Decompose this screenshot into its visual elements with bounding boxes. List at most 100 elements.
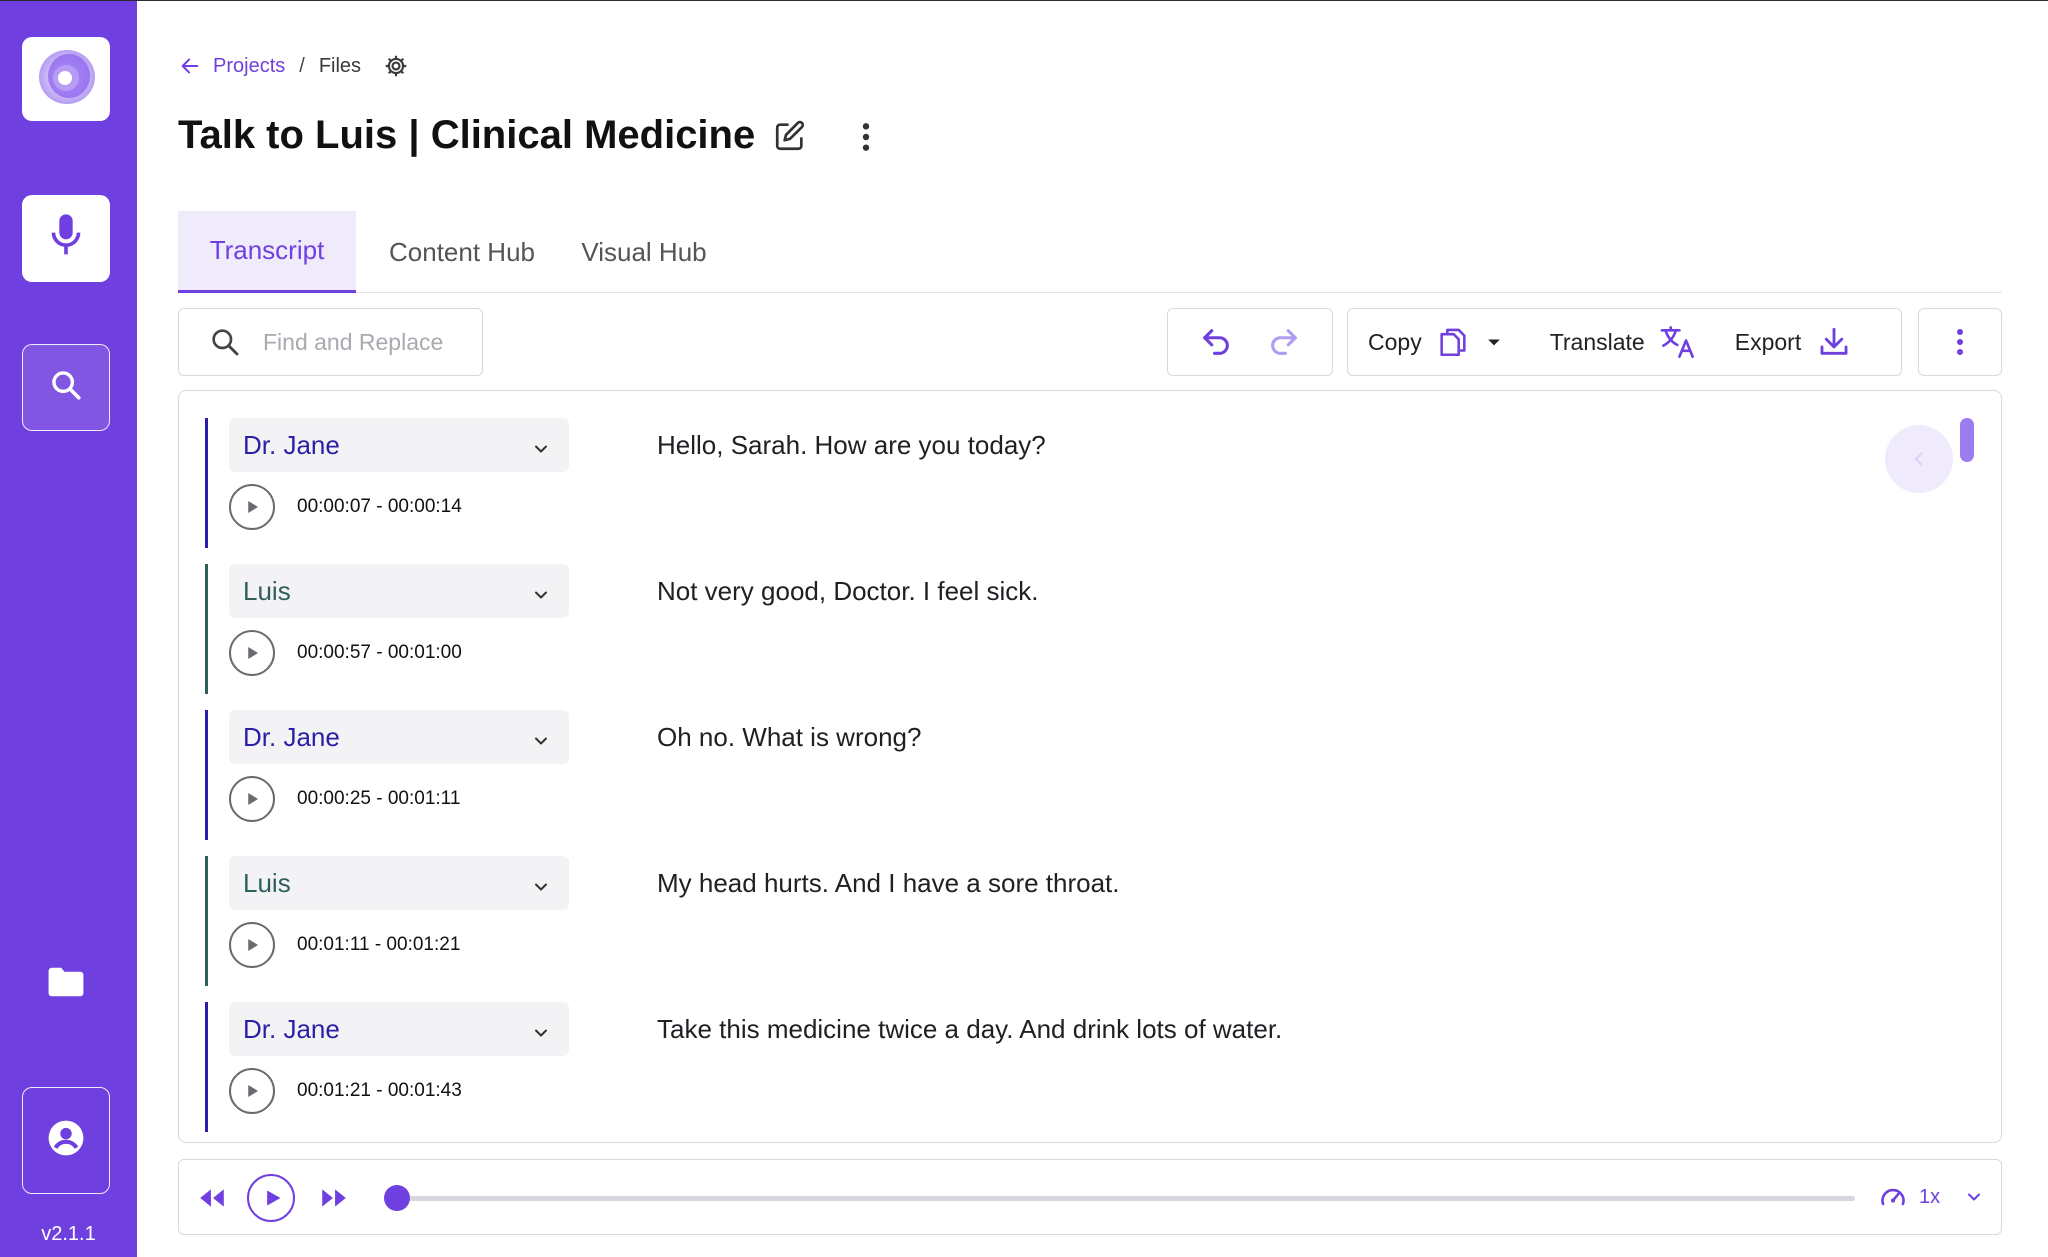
speaker-name: Luis <box>243 575 291 606</box>
playback-speed-select[interactable]: 1x <box>1879 1184 1984 1210</box>
app-version: v2.1.1 <box>41 1223 96 1245</box>
chevron-down-icon <box>531 581 551 612</box>
segment-time: 00:00:25 - 00:01:11 <box>297 788 461 809</box>
search-icon <box>49 368 83 407</box>
speaker-name: Dr. Jane <box>243 429 340 460</box>
segment-playback: 00:00:25 - 00:01:11 <box>229 776 460 822</box>
segment-text[interactable]: Take this medicine twice a day. And drin… <box>657 1014 1282 1045</box>
playback-progress-knob[interactable] <box>384 1185 410 1211</box>
speaker-select[interactable]: Luis <box>229 856 569 910</box>
main-content: Projects / Files Talk to Luis | Clinical… <box>137 1 2048 1257</box>
app-logo-icon <box>34 45 98 114</box>
breadcrumb: Projects / Files <box>179 53 409 79</box>
segment-time: 00:00:57 - 00:01:00 <box>297 642 462 663</box>
transcript-segment: Dr. Jane 00:01:21 - 00:01:43 Take this m… <box>205 1002 1905 1132</box>
copy-label: Copy <box>1368 328 1422 355</box>
segment-playback: 00:00:57 - 00:01:00 <box>229 630 462 676</box>
speaker-select[interactable]: Dr. Jane <box>229 710 569 764</box>
speaker-select[interactable]: Luis <box>229 564 569 618</box>
segment-play-button[interactable] <box>229 922 275 968</box>
download-icon <box>1817 325 1851 359</box>
gear-icon[interactable] <box>383 53 409 79</box>
edit-icon[interactable] <box>773 119 807 158</box>
copy-button[interactable]: Copy <box>1368 325 1470 359</box>
chevron-down-icon <box>531 727 551 758</box>
translate-icon <box>1659 324 1697 360</box>
segment-play-button[interactable] <box>229 484 275 530</box>
segment-text[interactable]: Not very good, Doctor. I feel sick. <box>657 576 1039 607</box>
find-replace-box[interactable] <box>178 308 483 376</box>
translate-label: Translate <box>1549 328 1645 355</box>
play-icon <box>243 790 261 808</box>
rewind-icon[interactable] <box>197 1184 227 1217</box>
chevron-down-icon <box>531 1019 551 1050</box>
playback-progress-track[interactable] <box>397 1196 1855 1201</box>
page-title: Talk to Luis | Clinical Medicine <box>178 113 756 157</box>
undo-redo-group <box>1167 308 1333 376</box>
segment-time: 00:00:07 - 00:00:14 <box>297 496 462 517</box>
search-nav-button[interactable] <box>22 344 110 431</box>
play-icon <box>243 1082 261 1100</box>
toolbar-more-button[interactable] <box>1918 308 2002 376</box>
more-vertical-icon <box>1954 327 1966 357</box>
segment-playback: 00:01:11 - 00:01:21 <box>229 922 460 968</box>
speaker-select[interactable]: Dr. Jane <box>229 418 569 472</box>
arrow-left-icon[interactable] <box>179 55 201 77</box>
find-replace-input[interactable] <box>263 328 463 356</box>
more-vertical-icon[interactable] <box>859 121 873 158</box>
app-logo[interactable] <box>22 37 110 121</box>
chevron-down-icon <box>531 435 551 466</box>
caret-down-icon[interactable] <box>1484 332 1504 352</box>
transcript-segment: Dr. Jane 00:00:07 - 00:00:14 Hello, Sara… <box>205 418 1905 548</box>
files-nav-button[interactable] <box>46 967 86 1001</box>
tab-content-hub[interactable]: Content Hub <box>356 211 568 293</box>
breadcrumb-files[interactable]: Files <box>319 55 361 78</box>
sidebar: v2.1.1 <box>0 1 137 1257</box>
transcript-segment: Dr. Jane 00:00:25 - 00:01:11 Oh no. What… <box>205 710 1905 840</box>
main-play-button[interactable] <box>247 1174 295 1222</box>
chevron-left-icon <box>1910 450 1928 468</box>
export-button[interactable]: Export <box>1735 325 1851 359</box>
play-icon <box>263 1188 283 1208</box>
tab-bar: Transcript Content Hub Visual Hub <box>178 211 2002 293</box>
segment-play-button[interactable] <box>229 776 275 822</box>
speedometer-icon <box>1879 1184 1907 1210</box>
tab-visual-hub[interactable]: Visual Hub <box>568 211 720 293</box>
record-button[interactable] <box>22 195 110 282</box>
account-button[interactable] <box>22 1087 110 1194</box>
segment-play-button[interactable] <box>229 630 275 676</box>
export-label: Export <box>1734 328 1802 355</box>
segment-playback: 00:00:07 - 00:00:14 <box>229 484 462 530</box>
transcript-scrollbar[interactable] <box>1960 418 1974 462</box>
speaker-color-bar <box>205 1002 208 1132</box>
folder-icon <box>47 966 85 1003</box>
speaker-select[interactable]: Dr. Jane <box>229 1002 569 1056</box>
transcript-actions: Copy Translate Export <box>1347 308 1902 376</box>
chevron-down-icon <box>531 873 551 904</box>
tab-transcript[interactable]: Transcript <box>178 211 356 293</box>
search-icon <box>209 326 241 358</box>
chevron-down-icon <box>1964 1187 1984 1207</box>
segment-time: 00:01:11 - 00:01:21 <box>297 934 461 955</box>
play-icon <box>243 936 261 954</box>
segment-text[interactable]: Oh no. What is wrong? <box>657 722 921 753</box>
speaker-name: Dr. Jane <box>243 1013 340 1044</box>
segment-playback: 00:01:21 - 00:01:43 <box>229 1068 462 1114</box>
account-circle-icon <box>47 1119 85 1162</box>
speaker-name: Luis <box>243 867 291 898</box>
copy-icon <box>1436 325 1470 359</box>
segment-text[interactable]: My head hurts. And I have a sore throat. <box>657 868 1120 899</box>
segment-play-button[interactable] <box>229 1068 275 1114</box>
breadcrumb-projects[interactable]: Projects <box>213 55 285 78</box>
speaker-name: Dr. Jane <box>243 721 340 752</box>
microphone-icon <box>46 211 86 266</box>
playback-speed-value: 1x <box>1919 1185 1941 1208</box>
segment-text[interactable]: Hello, Sarah. How are you today? <box>657 430 1046 461</box>
fast-forward-icon[interactable] <box>319 1184 349 1217</box>
speaker-color-bar <box>205 564 208 694</box>
translate-button[interactable]: Translate <box>1550 324 1697 360</box>
redo-icon[interactable] <box>1267 325 1301 359</box>
undo-icon[interactable] <box>1199 325 1233 359</box>
play-icon <box>243 644 261 662</box>
collapse-panel-button[interactable] <box>1885 425 1953 493</box>
